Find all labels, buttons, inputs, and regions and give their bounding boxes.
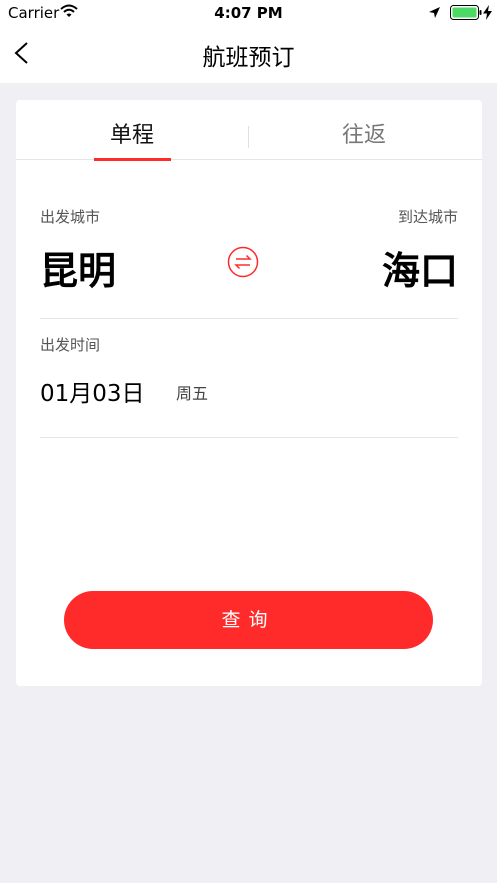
departure-city-label: 出发城市 <box>40 208 101 226</box>
arrival-city-label: 到达城市 <box>397 208 458 226</box>
departure-date[interactable]: 01月03日 <box>40 374 145 408</box>
route-divider <box>40 318 458 319</box>
search-button[interactable]: 查询 <box>64 591 433 649</box>
date-divider <box>40 437 458 438</box>
swap-arrows-icon[interactable] <box>227 246 259 278</box>
location-arrow-icon <box>429 7 440 18</box>
selected-tab-indicator <box>94 158 171 161</box>
tab-divider <box>248 126 249 148</box>
booking-card: 单程 往返 出发城市 到达城市 昆明 海口 出发时间 01月03日 周五 查询 <box>16 100 482 686</box>
trip-type-tabs: 单程 往返 <box>16 100 482 161</box>
tab-round-trip[interactable]: 往返 <box>326 100 402 160</box>
battery-icon <box>450 5 482 20</box>
arrival-city[interactable]: 海口 <box>382 240 458 295</box>
status-bar: Carrier 4:07 PM <box>0 0 497 26</box>
tab-one-way[interactable]: 单程 <box>94 100 170 160</box>
top-bar: Carrier 4:07 PM 航班预订 <box>0 0 497 83</box>
status-time: 4:07 PM <box>214 4 283 22</box>
page-title: 航班预订 <box>202 45 295 71</box>
navigation-bar: 航班预订 <box>0 26 497 83</box>
departure-weekday: 周五 <box>176 384 209 403</box>
departure-city[interactable]: 昆明 <box>40 240 116 295</box>
charging-icon <box>483 5 492 20</box>
departure-time-label: 出发时间 <box>40 336 101 354</box>
